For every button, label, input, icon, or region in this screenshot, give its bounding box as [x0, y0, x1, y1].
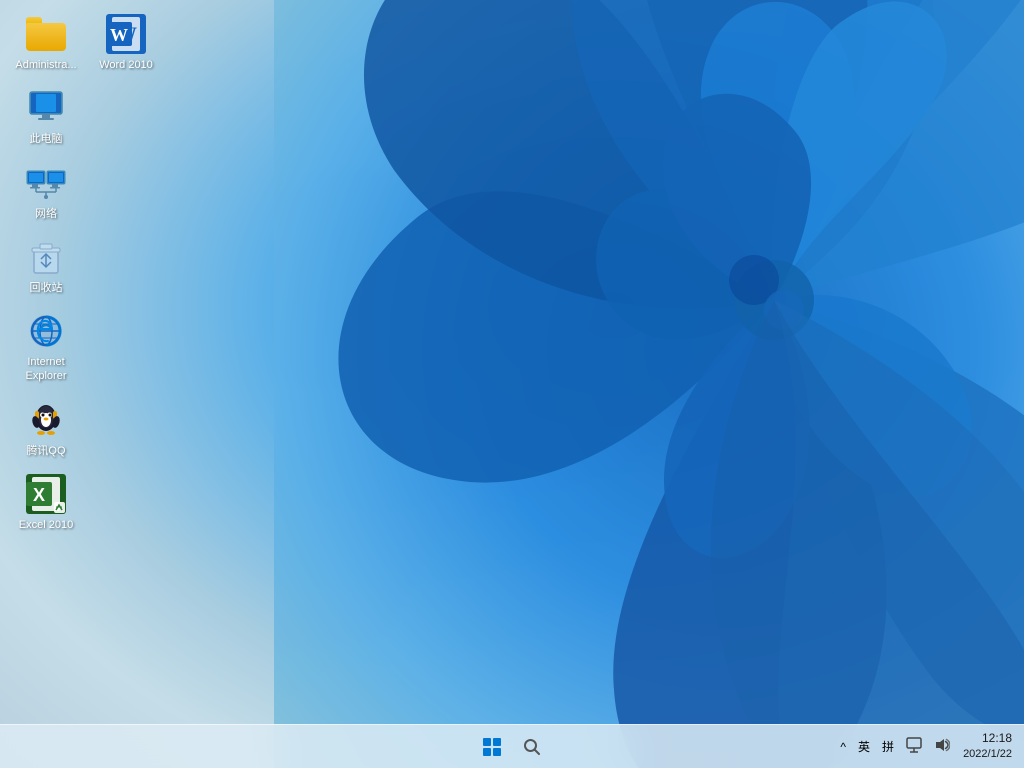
logo-cell-4	[493, 748, 501, 756]
clock-date: 2022/1/22	[963, 747, 1012, 762]
volume-tray-icon[interactable]	[931, 735, 953, 758]
excel-svg-icon: X	[26, 474, 66, 514]
ie-svg	[26, 311, 66, 351]
folder-image	[26, 14, 66, 54]
this-pc-label: 此电脑	[30, 132, 63, 146]
word-2010-label: Word 2010	[99, 58, 153, 72]
search-icon	[523, 738, 541, 756]
folder-body	[26, 23, 66, 51]
chevron-up-icon: ^	[840, 740, 846, 754]
search-button[interactable]	[514, 729, 550, 765]
wallpaper-bloom	[274, 0, 1024, 768]
taskbar: ^ 英 拼	[0, 724, 1024, 768]
icon-top-row: Administra... W W Word 2010	[10, 10, 162, 76]
monitor-svg	[26, 88, 66, 128]
svg-text:X: X	[33, 485, 45, 505]
excel-2010-label: Excel 2010	[19, 518, 73, 532]
excel-2010-icon[interactable]: X Excel 2010	[10, 470, 82, 536]
clock-area[interactable]: 12:18 2022/1/22	[959, 728, 1016, 764]
word-2010-icon[interactable]: W W Word 2010	[90, 10, 162, 76]
ie-label: Internet Explorer	[14, 355, 78, 384]
language-en-label: 英	[858, 740, 870, 754]
tencent-qq-icon[interactable]: 腾讯QQ	[10, 396, 82, 462]
windows-logo-icon	[483, 738, 501, 756]
word-svg-icon: W W	[106, 14, 146, 54]
this-pc-icon[interactable]: 此电脑	[10, 84, 82, 150]
recycle-image	[26, 237, 66, 277]
logo-cell-3	[483, 748, 491, 756]
volume-svg	[934, 737, 950, 753]
clock-time: 12:18	[982, 730, 1012, 747]
taskbar-right: ^ 英 拼	[837, 725, 1024, 768]
taskbar-center	[474, 729, 550, 765]
logo-cell-2	[493, 738, 501, 746]
recycle-bin-label: 回收站	[30, 281, 63, 295]
network-icon[interactable]: 网络	[10, 159, 82, 225]
qq-image	[26, 400, 66, 440]
this-pc-image	[26, 88, 66, 128]
excel-image: X	[26, 474, 66, 514]
svg-text:W: W	[110, 25, 128, 45]
qq-label: 腾讯QQ	[26, 444, 65, 458]
network-svg	[26, 163, 66, 203]
start-button[interactable]	[474, 729, 510, 765]
desktop-icons-area: Administra... W W Word 2010	[10, 10, 162, 536]
administrator-folder-icon[interactable]: Administra...	[10, 10, 82, 76]
recycle-bin-icon[interactable]: 回收站	[10, 233, 82, 299]
qq-svg	[26, 400, 66, 440]
ie-image	[26, 311, 66, 351]
network-label: 网络	[35, 207, 57, 221]
word-image: W W	[106, 14, 146, 54]
recycle-svg	[26, 237, 66, 277]
network-image	[26, 163, 66, 203]
network-tray-svg	[906, 737, 922, 753]
language-zh-button[interactable]: 拼	[879, 736, 897, 757]
network-tray-icon[interactable]	[903, 735, 925, 758]
administrator-folder-label: Administra...	[15, 58, 76, 72]
folder-shape	[26, 17, 66, 51]
desktop: Administra... W W Word 2010	[0, 0, 1024, 768]
language-en-button[interactable]: 英	[855, 736, 873, 757]
language-zh-label: 拼	[882, 740, 894, 754]
logo-cell-1	[483, 738, 491, 746]
internet-explorer-icon[interactable]: Internet Explorer	[10, 307, 82, 388]
tray-chevron-button[interactable]: ^	[837, 738, 849, 756]
